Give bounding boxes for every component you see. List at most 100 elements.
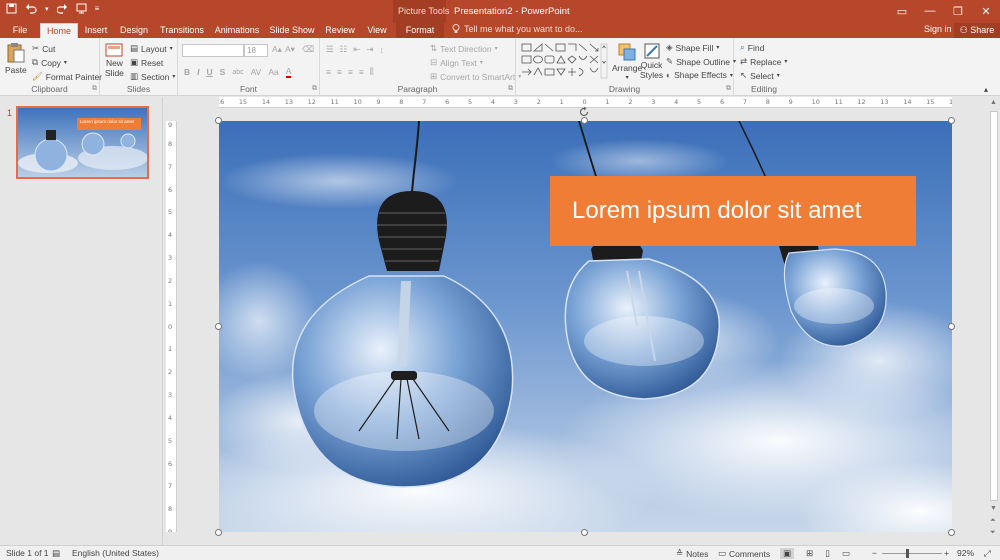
cut-button[interactable]: ✂ Cut [32, 43, 55, 54]
align-left-icon[interactable]: ≡ [326, 67, 331, 77]
shape-fill-button[interactable]: ◈ Shape Fill ▾ [666, 42, 719, 53]
tell-me-search[interactable]: Tell me what you want to do... [452, 24, 583, 34]
align-text-button[interactable]: ⊟ Align Text ▾ [430, 57, 483, 68]
format-painter-button[interactable]: 🖌 Format Painter [32, 71, 102, 82]
increase-indent-icon[interactable]: ⇥ [366, 44, 373, 55]
numbering-icon[interactable]: ☷ [340, 44, 348, 55]
customize-icon[interactable]: ≡ [95, 4, 100, 13]
scroll-thumb[interactable] [990, 111, 998, 501]
undo-dropdown-icon[interactable]: ▾ [45, 5, 49, 13]
font-color-button[interactable]: A [285, 66, 292, 78]
rotate-handle-icon[interactable] [578, 106, 590, 118]
justify-icon[interactable]: ≡ [359, 67, 364, 77]
slideshow-view-icon[interactable]: ▭ [842, 548, 850, 559]
tab-format[interactable]: Format [396, 23, 444, 38]
copy-button[interactable]: ⧉ Copy ▾ [32, 57, 67, 68]
copy-dropdown-icon[interactable]: ▾ [64, 59, 67, 66]
reset-button[interactable]: ▣ Reset [130, 57, 163, 68]
shape-outline-button[interactable]: ✎ Shape Outline ▾ [666, 56, 736, 67]
align-center-icon[interactable]: ≡ [337, 67, 342, 77]
tab-insert[interactable]: Insert [80, 23, 112, 38]
font-size-box[interactable]: 18 [244, 44, 268, 57]
clear-format-icon[interactable]: ⌫ [302, 44, 314, 55]
tab-animations[interactable]: Animations [213, 23, 261, 38]
resize-handle-middle-left[interactable] [215, 323, 222, 330]
redo-icon[interactable] [56, 3, 68, 14]
shape-effects-button[interactable]: ◐ Shape Effects ▾ [666, 70, 733, 80]
tab-design[interactable]: Design [116, 23, 152, 38]
change-case-button[interactable]: Aa [268, 67, 278, 77]
paste-button[interactable]: Paste [5, 42, 27, 75]
layout-button[interactable]: ▤ Layout ▾ [130, 43, 173, 54]
resize-handle-top-middle[interactable] [581, 117, 588, 124]
paragraph-launcher-icon[interactable]: ⧉ [508, 85, 513, 93]
notes-button[interactable]: ≙ Notes [676, 548, 708, 559]
slide-thumbnail[interactable]: Lorem ipsum dolor sit amet [16, 106, 149, 179]
drawing-launcher-icon[interactable]: ⧉ [726, 85, 731, 93]
resize-handle-bottom-middle[interactable] [581, 529, 588, 536]
scroll-down-arrow[interactable]: ▼ [990, 505, 997, 512]
new-slide-button[interactable]: New Slide [105, 42, 124, 78]
zoom-level[interactable]: 92% [957, 548, 974, 558]
vertical-scrollbar[interactable]: ▲ ▼ ⏶ ⏷ [988, 97, 1000, 545]
strikethrough-button[interactable]: S [220, 67, 226, 77]
columns-icon[interactable]: ⫼ [370, 66, 374, 77]
tab-review[interactable]: Review [322, 23, 358, 38]
fit-slide-icon[interactable]: ⤢ [984, 548, 991, 559]
normal-view-icon[interactable]: ▣ [780, 548, 795, 559]
tab-home[interactable]: Home [40, 23, 78, 39]
language-indicator[interactable]: English (United States) [72, 548, 159, 558]
italic-button[interactable]: I [197, 67, 199, 77]
spell-check-icon[interactable]: ▤ [52, 548, 60, 559]
zoom-out-button[interactable]: − [872, 548, 877, 558]
previous-slide-icon[interactable]: ⏶ [990, 517, 996, 525]
save-icon[interactable] [6, 3, 17, 14]
maximize-icon[interactable]: ❐ [944, 0, 972, 22]
resize-handle-top-right[interactable] [948, 117, 955, 124]
zoom-slider[interactable] [882, 553, 942, 554]
char-spacing-button[interactable]: AV [251, 67, 262, 77]
convert-smartart-button[interactable]: ⊞ Convert to SmartArt ▾ [430, 71, 521, 82]
clipboard-launcher-icon[interactable]: ⧉ [92, 85, 97, 93]
shadow-button[interactable]: abc [232, 69, 243, 76]
zoom-slider-thumb[interactable] [906, 549, 909, 558]
font-launcher-icon[interactable]: ⧉ [312, 85, 317, 93]
sign-in-link[interactable]: Sign in [924, 24, 952, 34]
align-right-icon[interactable]: ≡ [348, 67, 353, 77]
minimize-icon[interactable]: — [916, 0, 944, 22]
slide-canvas[interactable]: Lorem ipsum dolor sit amet [219, 121, 952, 532]
reading-view-icon[interactable]: ▯ [825, 548, 830, 559]
resize-handle-bottom-right[interactable] [948, 529, 955, 536]
vertical-ruler[interactable]: 9 8 7 6 5 4 3 2 1 0 1 2 3 4 5 6 7 8 9 [166, 121, 177, 532]
line-spacing-icon[interactable]: ↕ [380, 45, 384, 55]
share-button[interactable]: ⚇ Share [954, 23, 1000, 38]
next-slide-icon[interactable]: ⏷ [990, 529, 996, 537]
slide-sorter-icon[interactable]: ⊞ [806, 548, 813, 559]
present-icon[interactable] [76, 3, 87, 14]
font-grow-shrink[interactable]: A▴ A▾ [272, 44, 295, 55]
scroll-up-arrow[interactable]: ▲ [990, 99, 997, 106]
ribbon-display-icon[interactable]: ▭ [888, 0, 916, 22]
tab-view[interactable]: View [363, 23, 391, 38]
resize-handle-top-left[interactable] [215, 117, 222, 124]
font-name-box[interactable] [182, 44, 244, 57]
select-button[interactable]: ↖ Select ▾ [740, 70, 780, 81]
zoom-in-button[interactable]: + [944, 548, 949, 558]
title-banner[interactable]: Lorem ipsum dolor sit amet [550, 176, 916, 246]
shapes-gallery[interactable] [520, 42, 608, 80]
quick-styles-button[interactable]: Quick Styles [640, 42, 663, 80]
resize-handle-middle-right[interactable] [948, 323, 955, 330]
comments-button[interactable]: ▭ Comments [718, 548, 770, 559]
bullets-icon[interactable]: ☰ [326, 44, 334, 55]
decrease-indent-icon[interactable]: ⇤ [353, 44, 360, 55]
banner-title-text[interactable]: Lorem ipsum dolor sit amet [572, 197, 861, 225]
tab-slide-show[interactable]: Slide Show [268, 23, 316, 38]
resize-handle-bottom-left[interactable] [215, 529, 222, 536]
arrange-button[interactable]: Arrange ▾ [612, 42, 642, 81]
underline-button[interactable]: U [207, 67, 213, 77]
undo-icon[interactable] [25, 3, 37, 14]
bold-button[interactable]: B [184, 67, 190, 77]
find-button[interactable]: ⌕ Find [740, 42, 764, 53]
tab-file[interactable]: File [6, 23, 34, 38]
replace-button[interactable]: ⇄ Replace ▾ [740, 56, 787, 67]
